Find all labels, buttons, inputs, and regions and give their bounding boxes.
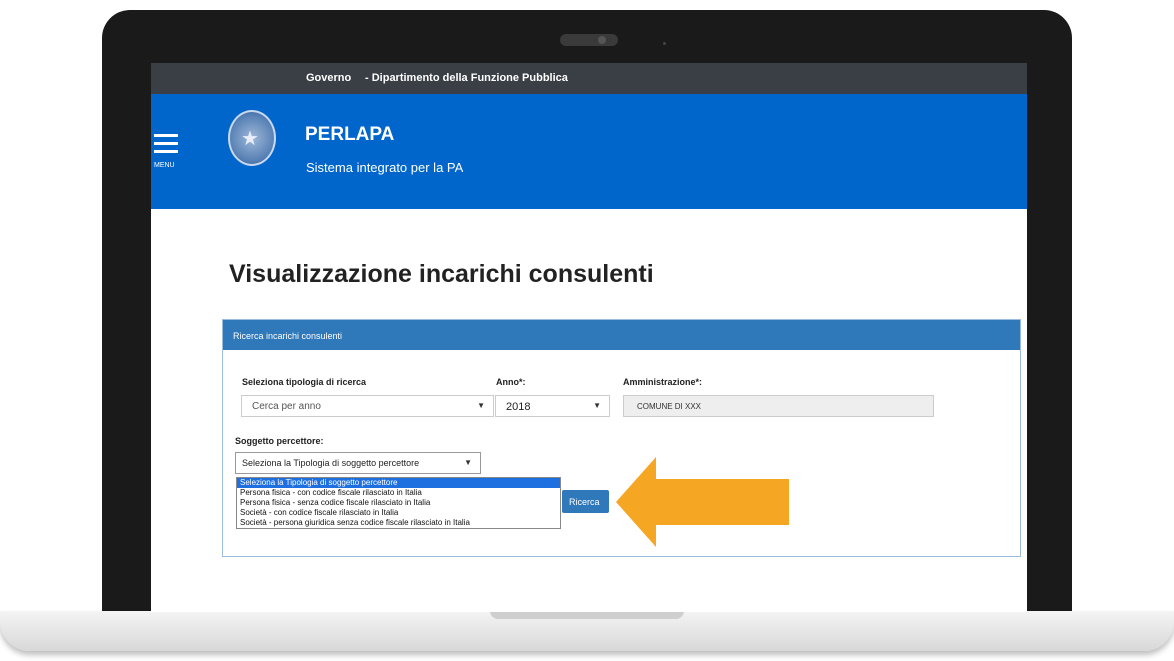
amministrazione-field: COMUNE DI XXX [623,395,934,417]
arrow-left-icon [616,457,789,547]
dropdown-option[interactable]: Seleziona la Tipologia di soggetto perce… [237,478,560,488]
anno-label: Anno*: [496,377,526,387]
dropdown-option[interactable]: Persona fisica - con codice fiscale rila… [237,488,560,498]
dropdown-option[interactable]: Persona fisica - senza codice fiscale ri… [237,498,560,508]
tipologia-select[interactable]: Cerca per anno ▼ [241,395,494,417]
camera-bar [560,34,618,46]
site-header: MENU ★ PERLAPA Sistema integrato per la … [151,94,1027,209]
anno-select-value: 2018 [506,401,531,413]
site-title[interactable]: PERLAPA [305,124,394,146]
browser-screen: Governo - Dipartimento della Funzione Pu… [151,63,1027,612]
soggetto-dropdown-list: Seleziona la Tipologia di soggetto perce… [236,477,561,529]
laptop-notch [490,611,684,619]
site-subtitle: Sistema integrato per la PA [306,160,464,175]
emblem-icon: ★ [228,110,276,166]
soggetto-select-value: Seleziona la Tipologia di soggetto perce… [242,458,420,468]
panel-heading-text: Ricerca incarichi consulenti [233,331,343,341]
topbar-governo[interactable]: Governo [306,72,351,84]
menu-label[interactable]: MENU [154,162,175,169]
anno-select[interactable]: 2018 ▼ [495,395,610,417]
government-topbar: Governo - Dipartimento della Funzione Pu… [151,63,1027,94]
tipologia-select-value: Cerca per anno [252,401,321,412]
sensor-icon [663,42,666,45]
dropdown-option[interactable]: Società - con codice fiscale rilasciato … [237,508,560,518]
search-button-label: Ricerca [569,497,600,507]
amministrazione-value: COMUNE DI XXX [637,402,702,411]
soggetto-label: Soggetto percettore: [235,436,324,446]
dropdown-option[interactable]: Società - persona giuridica senza codice… [237,518,560,528]
amministrazione-label: Amministrazione*: [623,377,703,387]
caret-down-icon: ▼ [593,401,601,410]
hamburger-icon[interactable] [154,134,178,158]
tipologia-label: Seleziona tipologia di ricerca [242,377,367,387]
page-title: Visualizzazione incarichi consulenti [229,260,654,288]
camera-icon [598,36,606,44]
search-button[interactable]: Ricerca [562,490,609,513]
soggetto-select[interactable]: Seleziona la Tipologia di soggetto perce… [235,452,481,474]
caret-down-icon: ▼ [477,401,485,410]
caret-down-icon: ▼ [464,458,472,467]
topbar-department[interactable]: - Dipartimento della Funzione Pubblica [365,72,568,84]
panel-heading: Ricerca incarichi consulenti [223,320,1020,350]
